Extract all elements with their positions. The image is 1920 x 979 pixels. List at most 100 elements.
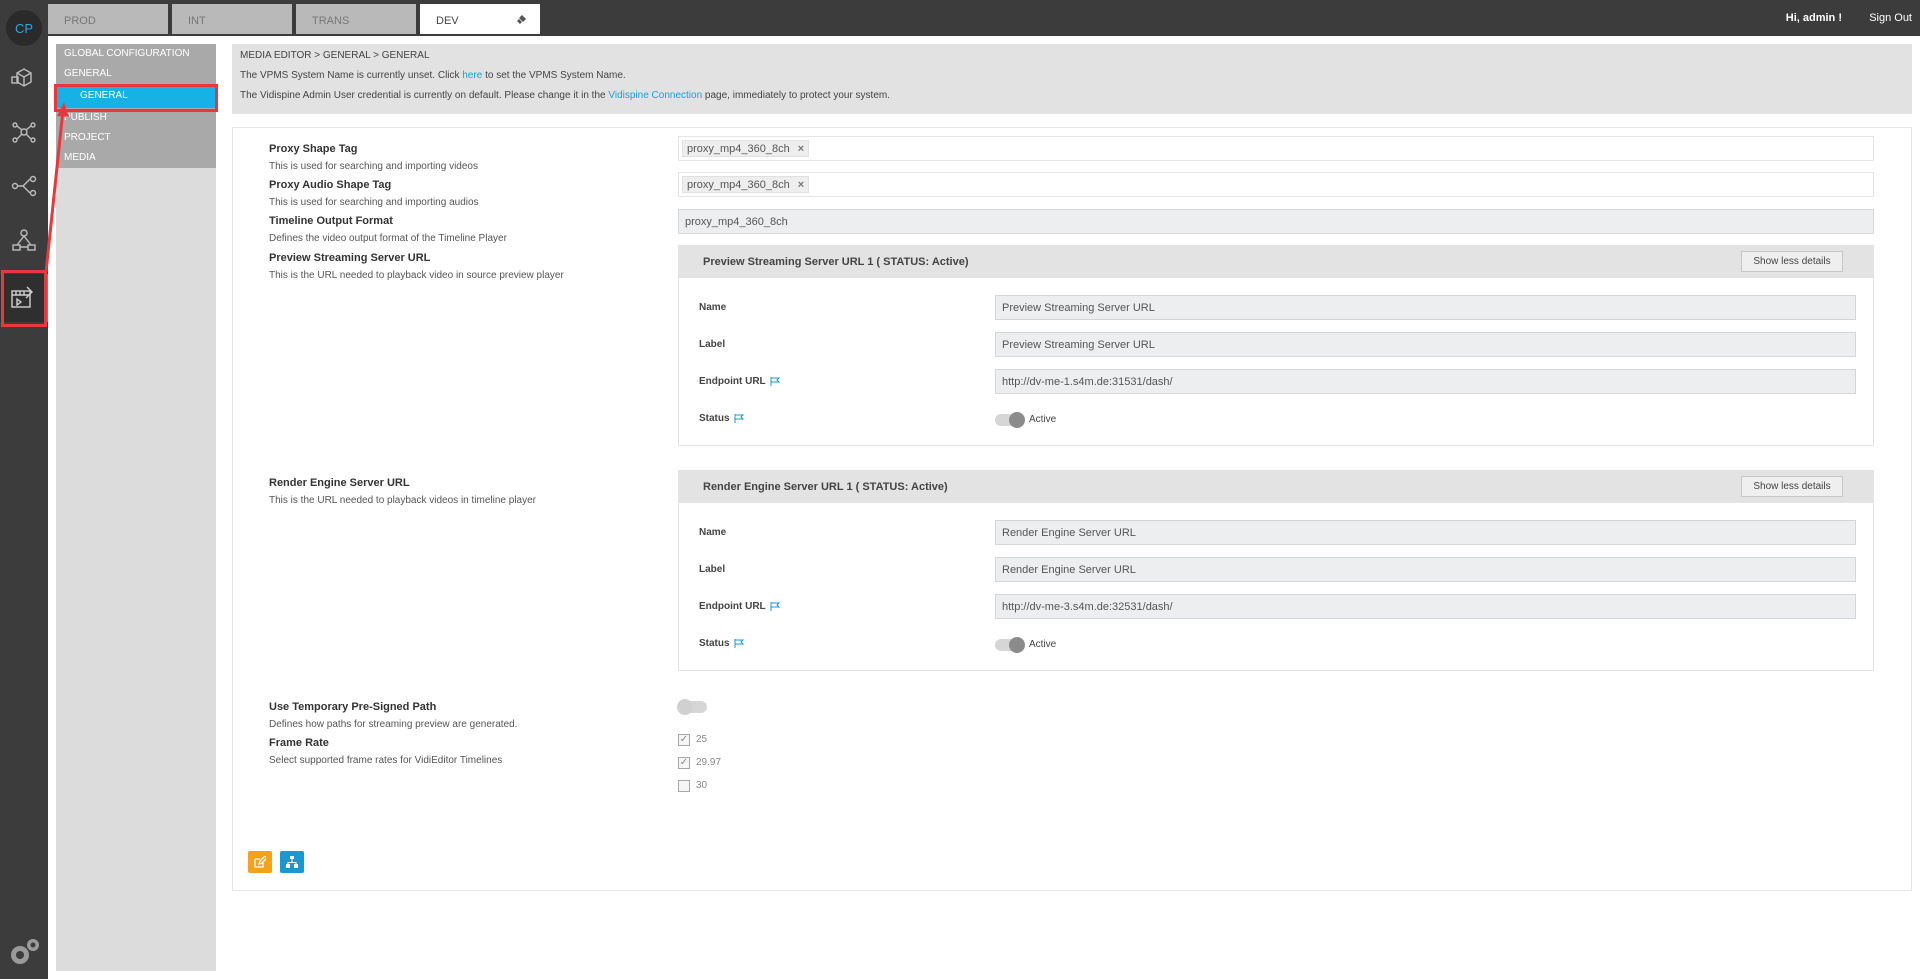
show-less-details-button[interactable]: Show less details xyxy=(1741,476,1843,497)
timeline-format-field[interactable]: proxy_mp4_360_8ch xyxy=(678,209,1874,234)
credential-warning: The Vidispine Admin User credential is c… xyxy=(240,90,1904,101)
msg2-text: The Vidispine Admin User credential is c… xyxy=(240,90,609,101)
frame-rate-25-checkbox[interactable]: ✓ xyxy=(678,734,690,746)
sitemap-icon xyxy=(286,856,298,868)
render-status-toggle[interactable] xyxy=(995,637,1025,653)
render-name-field[interactable]: Render Engine Server URL xyxy=(995,520,1856,545)
presigned-label: Use Temporary Pre-Signed Path xyxy=(269,701,437,713)
preview-status-toggle[interactable] xyxy=(995,412,1025,428)
settings-panel: Proxy Shape Tag This is used for searchi… xyxy=(232,127,1912,891)
edit-icon xyxy=(254,856,266,868)
frame-rate-30-label: 30 xyxy=(696,780,708,791)
remove-chip-icon[interactable]: × xyxy=(798,179,804,191)
render-card-header: Render Engine Server URL 1 ( STATUS: Act… xyxy=(679,471,1873,503)
render-label-field[interactable]: Render Engine Server URL xyxy=(995,557,1856,582)
tab-dev[interactable]: DEV xyxy=(420,4,540,34)
proxy-shape-label: Proxy Shape Tag xyxy=(269,143,358,155)
render-endpoint-field[interactable]: http://dv-me-3.s4m.de:32531/dash/ xyxy=(995,594,1856,619)
tab-dev-label: DEV xyxy=(436,15,459,27)
render-label-label: Label xyxy=(699,564,726,575)
secondary-nav: GLOBAL CONFIGURATION GENERAL GENERAL PUB… xyxy=(54,44,218,971)
user-greeting: Hi, admin ! xyxy=(1785,12,1842,24)
frame-rate-desc: Select supported frame rates for VidiEdi… xyxy=(269,755,503,766)
toggle-knob xyxy=(1009,637,1025,653)
preview-name-label: Name xyxy=(699,302,727,313)
tag-chip-label: proxy_mp4_360_8ch xyxy=(687,143,790,155)
preview-status-text: Status xyxy=(699,413,730,424)
workflow-icon[interactable] xyxy=(0,162,48,210)
nav-project[interactable]: PROJECT xyxy=(56,128,216,148)
render-status-label: Status xyxy=(699,638,745,649)
plug-icon xyxy=(516,14,527,25)
frame-rate-30-checkbox[interactable] xyxy=(678,780,690,792)
preview-server-card: Preview Streaming Server URL 1 ( STATUS:… xyxy=(678,245,1874,446)
remove-chip-icon[interactable]: × xyxy=(798,143,804,155)
flag-icon xyxy=(770,601,780,611)
vidispine-connection-link[interactable]: Vidispine Connection xyxy=(608,90,702,101)
render-endpoint-text: Endpoint URL xyxy=(699,601,766,612)
tag-chip: proxy_mp4_360_8ch × xyxy=(682,140,810,157)
show-less-details-button[interactable]: Show less details xyxy=(1741,251,1843,272)
frame-rate-29-97-label: 29.97 xyxy=(696,757,722,768)
proxy-audio-desc: This is used for searching and importing… xyxy=(269,197,479,208)
preview-status-value: Active xyxy=(1029,414,1057,425)
preview-server-desc: This is the URL needed to playback video… xyxy=(269,270,564,281)
nav-global-configuration[interactable]: GLOBAL CONFIGURATION xyxy=(56,44,216,64)
breadcrumb: MEDIA EDITOR > GENERAL > GENERAL xyxy=(240,50,430,61)
top-bar: PROD INT TRANS DEV Hi, admin ! Sign Out xyxy=(48,0,1920,36)
nav-media[interactable]: MEDIA xyxy=(56,148,216,168)
msg2-text-end: page, immediately to protect your system… xyxy=(702,90,890,101)
proxy-audio-input[interactable]: proxy_mp4_360_8ch × xyxy=(678,172,1874,197)
preview-endpoint-text: Endpoint URL xyxy=(699,376,766,387)
render-server-label: Render Engine Server URL xyxy=(269,477,410,489)
edit-button[interactable] xyxy=(248,851,272,873)
tag-chip: proxy_mp4_360_8ch × xyxy=(682,176,810,193)
render-endpoint-label: Endpoint URL xyxy=(699,601,781,612)
render-name-label: Name xyxy=(699,527,727,538)
frame-rate-29-97-checkbox[interactable]: ✓ xyxy=(678,757,690,769)
preview-card-header: Preview Streaming Server URL 1 ( STATUS:… xyxy=(679,246,1873,278)
tab-prod[interactable]: PROD xyxy=(48,4,168,34)
proxy-shape-desc: This is used for searching and importing… xyxy=(269,161,478,172)
toggle-knob xyxy=(677,699,693,715)
app-logo[interactable]: CP xyxy=(6,10,42,46)
rail-highlight-box xyxy=(1,270,47,327)
sitemap-button[interactable] xyxy=(280,851,304,873)
render-status-text: Status xyxy=(699,638,730,649)
tab-int[interactable]: INT xyxy=(172,4,292,34)
nav-highlight-box xyxy=(54,84,218,112)
render-status-value: Active xyxy=(1029,639,1057,650)
tag-chip-label: proxy_mp4_360_8ch xyxy=(687,179,790,191)
flag-icon xyxy=(734,638,744,648)
hierarchy-icon[interactable] xyxy=(0,216,48,264)
presigned-toggle[interactable] xyxy=(677,699,707,715)
box-icon[interactable] xyxy=(0,54,48,102)
sign-out-link[interactable]: Sign Out xyxy=(1869,12,1912,24)
proxy-audio-label: Proxy Audio Shape Tag xyxy=(269,179,392,191)
frame-rate-label: Frame Rate xyxy=(269,737,329,749)
msg1-text: The VPMS System Name is currently unset.… xyxy=(240,70,463,81)
preview-name-field[interactable]: Preview Streaming Server URL xyxy=(995,295,1856,320)
preview-label-label: Label xyxy=(699,339,726,350)
left-rail: CP xyxy=(0,0,48,979)
system-name-warning: The VPMS System Name is currently unset.… xyxy=(240,70,1904,81)
gear-icon[interactable] xyxy=(6,935,42,971)
frame-rate-25-label: 25 xyxy=(696,734,708,745)
preview-server-label: Preview Streaming Server URL xyxy=(269,252,431,264)
here-link[interactable]: here xyxy=(462,70,482,81)
presigned-desc: Defines how paths for streaming preview … xyxy=(269,719,518,730)
timeline-format-label: Timeline Output Format xyxy=(269,215,393,227)
flag-icon xyxy=(770,376,780,386)
header-box: MEDIA EDITOR > GENERAL > GENERAL The VPM… xyxy=(232,44,1912,114)
nav-general[interactable]: GENERAL xyxy=(56,64,216,84)
render-server-desc: This is the URL needed to playback video… xyxy=(269,495,536,506)
preview-label-field[interactable]: Preview Streaming Server URL xyxy=(995,332,1856,357)
proxy-shape-input[interactable]: proxy_mp4_360_8ch × xyxy=(678,136,1874,161)
msg1-text-end: to set the VPMS System Name. xyxy=(482,70,626,81)
preview-card-title: Preview Streaming Server URL 1 ( STATUS:… xyxy=(703,256,969,268)
preview-endpoint-field[interactable]: http://dv-me-1.s4m.de:31531/dash/ xyxy=(995,369,1856,394)
network-icon[interactable] xyxy=(0,108,48,156)
tab-trans[interactable]: TRANS xyxy=(296,4,416,34)
render-server-card: Render Engine Server URL 1 ( STATUS: Act… xyxy=(678,470,1874,671)
preview-status-label: Status xyxy=(699,413,745,424)
